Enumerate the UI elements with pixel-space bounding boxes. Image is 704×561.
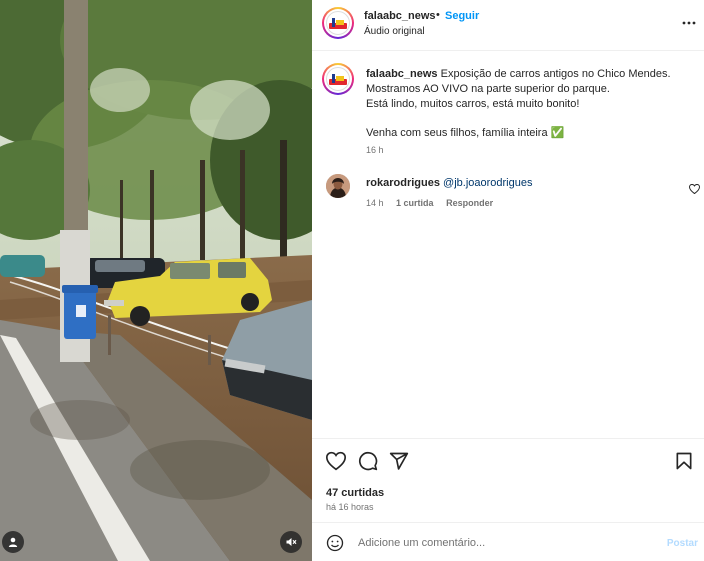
post-comment-button[interactable]: Postar: [667, 538, 698, 549]
caption-username[interactable]: falaabc_news: [366, 68, 438, 80]
person-icon: [8, 537, 18, 547]
audio-label[interactable]: Áudio original: [364, 26, 425, 37]
share-button[interactable]: [389, 451, 409, 471]
post-media[interactable]: [0, 0, 312, 561]
caption-line: [366, 112, 686, 126]
author-username[interactable]: falaabc_news: [364, 10, 436, 22]
user-tag-button[interactable]: [2, 531, 24, 553]
more-options-button[interactable]: [682, 16, 696, 30]
like-button[interactable]: [325, 451, 347, 471]
caption-line: Exposição de carros antigos no Chico Men…: [440, 68, 671, 80]
add-comment-bar: Postar: [312, 522, 704, 561]
falaabc-logo: [326, 67, 350, 91]
post-actions: 47 curtidas há 16 horas: [312, 438, 704, 522]
caption-author-avatar[interactable]: [322, 63, 354, 95]
likes-count[interactable]: 47 curtidas: [326, 487, 384, 499]
paper-plane-icon: [389, 452, 409, 470]
comment-username[interactable]: rokarodrigues: [366, 177, 440, 189]
comment-input[interactable]: [358, 532, 648, 554]
more-horizontal-icon: [682, 21, 696, 25]
comment: rokarodrigues @jb.joaorodrigues: [366, 177, 532, 189]
separator-dot: •: [436, 9, 440, 21]
follow-button[interactable]: Seguir: [445, 10, 479, 22]
author-avatar[interactable]: [322, 7, 354, 39]
post-timestamp[interactable]: há 16 horas: [326, 502, 374, 512]
speaker-muted-icon: [286, 538, 297, 546]
reply-button[interactable]: Responder: [446, 198, 493, 208]
mute-button[interactable]: [280, 531, 302, 553]
comment-bubble-icon: [358, 451, 378, 471]
bookmark-icon: [676, 452, 692, 470]
comment-mention[interactable]: @jb.joaorodrigues: [443, 177, 532, 189]
comment-meta: 14 h 1 curtida Responder: [366, 198, 503, 208]
post-panel: falaabc_news • Seguir Áudio original fal…: [312, 0, 704, 561]
caption-line: Mostramos AO VIVO na parte superior do p…: [366, 83, 610, 95]
comment-like-button[interactable]: [688, 181, 701, 199]
caption-timestamp[interactable]: 16 h: [366, 145, 384, 155]
emoji-button[interactable]: [326, 534, 344, 557]
comment-button[interactable]: [358, 451, 378, 471]
heart-icon: [325, 451, 347, 471]
commenter-avatar[interactable]: [326, 174, 350, 198]
falaabc-logo: [326, 11, 350, 35]
video-frame: [0, 0, 312, 561]
comment-likes[interactable]: 1 curtida: [396, 198, 434, 208]
comment-time[interactable]: 14 h: [366, 198, 384, 208]
save-button[interactable]: [674, 451, 694, 471]
post-caption: falaabc_news Exposição de carros antigos…: [366, 67, 686, 141]
smiley-icon: [326, 534, 344, 552]
post-header: falaabc_news • Seguir Áudio original: [312, 0, 704, 51]
caption-line: Está lindo, muitos carros, está muito bo…: [366, 98, 580, 110]
heart-icon: [688, 183, 701, 195]
caption-line: Venha com seus filhos, família inteira ✅: [366, 127, 565, 139]
